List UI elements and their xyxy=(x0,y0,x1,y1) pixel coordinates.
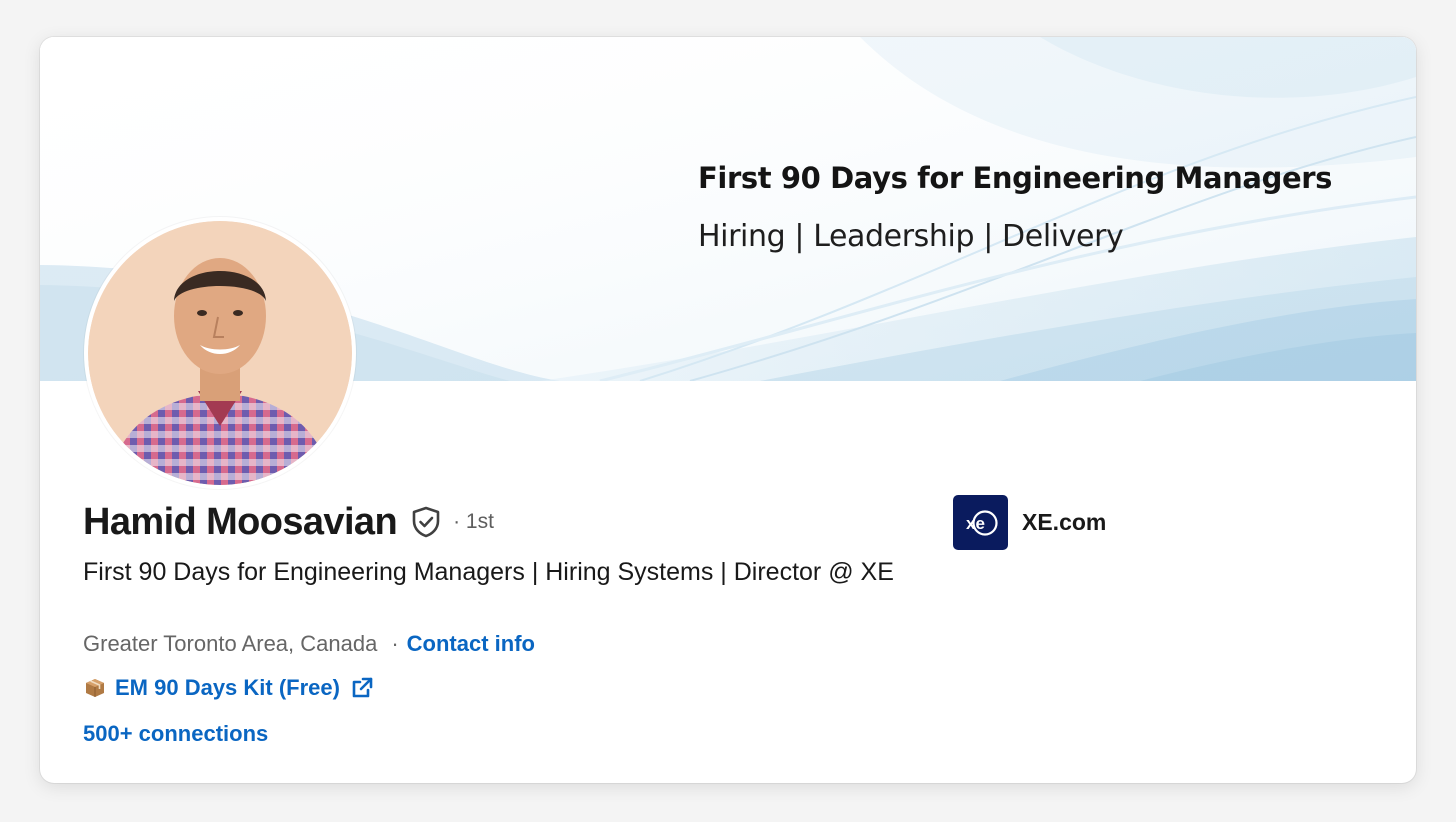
avatar-photo xyxy=(88,221,352,485)
company-name: XE.com xyxy=(1022,509,1107,535)
profile-name: Hamid Moosavian xyxy=(83,500,398,543)
package-icon xyxy=(86,679,104,697)
banner-title: First 90 Days for Engineering Managers xyxy=(698,161,1332,195)
name-row: Hamid Moosavian · 1st xyxy=(83,499,494,545)
website-link-row[interactable]: EM 90 Days Kit (Free) xyxy=(83,675,374,701)
location-separator: · xyxy=(391,631,399,656)
website-link[interactable]: EM 90 Days Kit (Free) xyxy=(115,675,340,701)
profile-avatar[interactable] xyxy=(84,217,356,489)
connections-link[interactable]: 500+ connections xyxy=(83,721,268,747)
external-link-icon[interactable] xyxy=(350,676,374,700)
current-company[interactable]: xe XE.com xyxy=(953,495,1106,550)
banner-subtitle: Hiring | Leadership | Delivery xyxy=(698,219,1124,254)
contact-info-link[interactable]: Contact info xyxy=(407,631,535,657)
location-row: Greater Toronto Area, Canada · Contact i… xyxy=(83,631,535,657)
profile-card: First 90 Days for Engineering Managers H… xyxy=(40,37,1416,783)
company-logo: xe xyxy=(953,495,1008,550)
profile-headline: First 90 Days for Engineering Managers |… xyxy=(83,558,894,586)
company-logo-text: xe xyxy=(966,514,985,533)
verified-shield-icon[interactable] xyxy=(409,505,443,539)
xe-logo-icon: xe xyxy=(966,509,998,536)
profile-location: Greater Toronto Area, Canada xyxy=(83,631,378,656)
connection-degree: · 1st xyxy=(453,510,494,533)
